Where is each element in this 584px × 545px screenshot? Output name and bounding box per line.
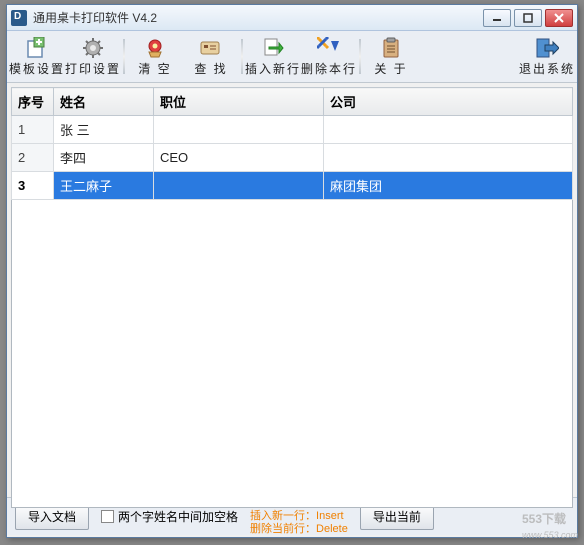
clipboard-icon: [379, 36, 403, 60]
insert-icon: [261, 36, 285, 60]
clear-button[interactable]: 清 空: [127, 33, 183, 80]
maximize-icon: [523, 13, 533, 23]
toolbar: 模板设置 打印设置 清 空 查 找 插入新行: [7, 31, 577, 83]
toolbar-separator: [123, 39, 125, 74]
insert-row-button[interactable]: 插入新行: [245, 33, 301, 80]
space-name-checkbox-wrap[interactable]: 两个字姓名中间加空格: [101, 508, 238, 525]
content-area: 序号 姓名 职位 公司 1张 三2李四CEO3王二麻子麻团集团: [7, 83, 577, 497]
exit-button[interactable]: 退出系统: [519, 33, 575, 80]
window-title: 通用桌卡打印软件 V4.2: [33, 9, 483, 26]
cell-name[interactable]: 王二麻子: [54, 172, 154, 200]
table-row[interactable]: 1张 三: [12, 116, 573, 144]
cell-position[interactable]: [154, 172, 324, 200]
close-icon: [554, 13, 564, 23]
minimize-button[interactable]: [483, 9, 511, 27]
cell-seq[interactable]: 3: [12, 172, 54, 200]
toolbar-separator: [241, 39, 243, 74]
cell-company[interactable]: [324, 144, 573, 172]
checkbox-label: 两个字姓名中间加空格: [118, 508, 238, 525]
col-position[interactable]: 职位: [154, 88, 324, 116]
cell-seq[interactable]: 1: [12, 116, 54, 144]
window-controls: [483, 9, 573, 27]
delete-icon: [317, 36, 341, 60]
about-button[interactable]: 关 于: [363, 33, 419, 80]
table-row[interactable]: 3王二麻子 麻团集团: [12, 172, 573, 200]
cell-name[interactable]: 李四: [54, 144, 154, 172]
table-row[interactable]: 2李四CEO: [12, 144, 573, 172]
table-empty-area[interactable]: [11, 200, 573, 508]
table-header-row: 序号 姓名 职位 公司: [12, 88, 573, 116]
app-window: 通用桌卡打印软件 V4.2 模板设置 打印设置: [6, 4, 578, 538]
col-company[interactable]: 公司: [324, 88, 573, 116]
app-icon: [11, 10, 27, 26]
template-icon: [25, 36, 49, 60]
cell-position[interactable]: CEO: [154, 144, 324, 172]
cell-name[interactable]: 张 三: [54, 116, 154, 144]
template-settings-button[interactable]: 模板设置: [9, 33, 65, 80]
col-seq[interactable]: 序号: [12, 88, 54, 116]
gear-icon: [81, 36, 105, 60]
col-name[interactable]: 姓名: [54, 88, 154, 116]
find-button[interactable]: 查 找: [183, 33, 239, 80]
delete-row-button[interactable]: 删除本行: [301, 33, 357, 80]
cell-company[interactable]: [324, 116, 573, 144]
print-settings-button[interactable]: 打印设置: [65, 33, 121, 80]
minimize-icon: [492, 14, 502, 22]
find-icon: [199, 36, 223, 60]
clear-icon: [143, 36, 167, 60]
data-table[interactable]: 序号 姓名 职位 公司 1张 三2李四CEO3王二麻子麻团集团: [11, 87, 573, 200]
cell-company[interactable]: 麻团集团: [324, 172, 573, 200]
checkbox-icon[interactable]: [101, 510, 114, 523]
cell-position[interactable]: [154, 116, 324, 144]
cell-seq[interactable]: 2: [12, 144, 54, 172]
maximize-button[interactable]: [514, 9, 542, 27]
close-button[interactable]: [545, 9, 573, 27]
toolbar-separator: [359, 39, 361, 74]
exit-icon: [535, 36, 559, 60]
titlebar: 通用桌卡打印软件 V4.2: [7, 5, 577, 31]
